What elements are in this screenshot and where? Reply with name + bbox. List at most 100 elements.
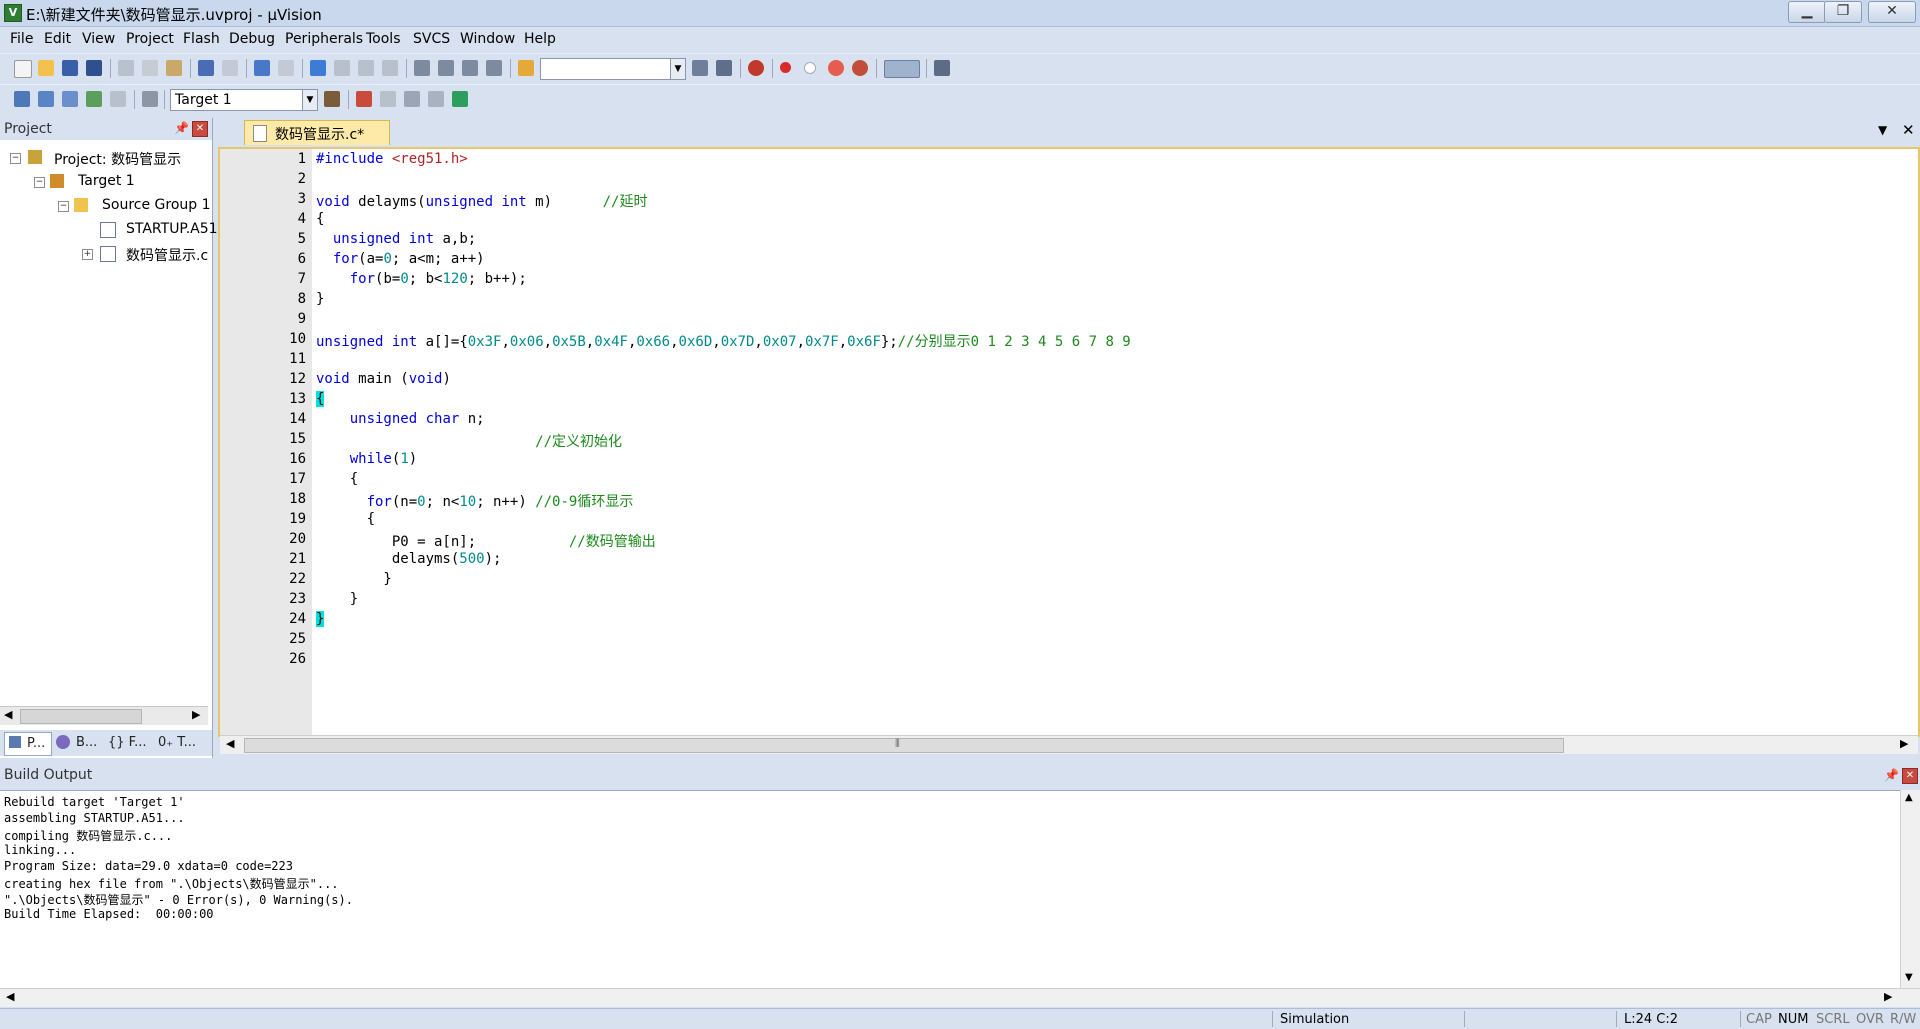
- tab-list-dropdown-icon[interactable]: ▼: [1878, 123, 1887, 137]
- scroll-down-icon[interactable]: ▼: [1905, 972, 1913, 983]
- menu-tools[interactable]: Tools: [366, 31, 401, 47]
- unindent-icon[interactable]: [438, 60, 454, 76]
- code-line[interactable]: unsigned int a,b;: [316, 231, 476, 251]
- tree-file-main[interactable]: + 数码管显示.c: [0, 244, 210, 264]
- build-vertical-scrollbar[interactable]: ▲ ▼: [1900, 790, 1920, 988]
- prev-bookmark-icon[interactable]: [334, 60, 350, 76]
- breakpoint-icon[interactable]: [780, 62, 791, 73]
- code-line[interactable]: for(n=0; n<10; n++) //0-9循环显示: [316, 491, 634, 511]
- target-select[interactable]: Target 1 ▼: [170, 89, 318, 111]
- build-horizontal-scrollbar[interactable]: ◀ ▶: [0, 988, 1920, 1007]
- copy-icon[interactable]: [142, 60, 158, 76]
- scroll-thumb[interactable]: [20, 709, 142, 724]
- code-line[interactable]: while(1): [316, 451, 417, 471]
- code-line[interactable]: }: [316, 611, 325, 631]
- clear-bookmarks-icon[interactable]: [382, 60, 398, 76]
- scroll-left-icon[interactable]: ◀: [6, 990, 14, 1003]
- code-line[interactable]: {: [316, 211, 324, 231]
- bookmark-icon[interactable]: [310, 60, 326, 76]
- save-icon[interactable]: [62, 60, 78, 76]
- target-options-icon[interactable]: [324, 91, 340, 107]
- select-packs-icon[interactable]: [404, 91, 420, 107]
- chevron-down-icon[interactable]: ▼: [670, 59, 685, 79]
- code-line[interactable]: {: [316, 391, 325, 411]
- code-line[interactable]: {: [316, 511, 375, 531]
- kill-breakpoints-icon[interactable]: [852, 60, 868, 76]
- tab-functions[interactable]: {} F...: [104, 732, 154, 754]
- menu-edit[interactable]: Edit: [44, 31, 71, 47]
- navigate-forward-icon[interactable]: [278, 60, 294, 76]
- code-line[interactable]: #include <reg51.h>: [316, 151, 468, 171]
- code-line[interactable]: }: [316, 571, 391, 591]
- restore-button[interactable]: ❐: [1824, 1, 1862, 23]
- batch-build-icon[interactable]: [86, 91, 102, 107]
- find-combo[interactable]: ▼: [540, 58, 686, 80]
- collapse-icon[interactable]: −: [58, 201, 69, 212]
- code-line[interactable]: void delayms(unsigned int m) //延时: [316, 191, 647, 211]
- uncomment-icon[interactable]: [486, 60, 502, 76]
- undo-icon[interactable]: [198, 60, 214, 76]
- clear-breakpoints-icon[interactable]: [828, 60, 844, 76]
- code-line[interactable]: }: [316, 591, 358, 611]
- code-line[interactable]: P0 = a[n]; //数码管输出: [316, 531, 656, 551]
- chevron-down-icon[interactable]: ▼: [302, 90, 317, 110]
- disable-breakpoint-icon[interactable]: [804, 62, 816, 74]
- collapse-icon[interactable]: −: [10, 153, 21, 164]
- rebuild-icon[interactable]: [62, 91, 78, 107]
- scroll-right-icon[interactable]: ▶: [1884, 990, 1892, 1003]
- close-panel-button[interactable]: ✕: [192, 121, 208, 137]
- project-horizontal-scrollbar[interactable]: ◀ ▶: [0, 706, 208, 725]
- pin-icon[interactable]: 📌: [1884, 768, 1899, 782]
- build-icon[interactable]: [38, 91, 54, 107]
- editor-tab-active[interactable]: 数码管显示.c*: [244, 120, 390, 145]
- redo-icon[interactable]: [222, 60, 238, 76]
- tab-templates[interactable]: 0₊ T...: [156, 732, 206, 754]
- code-line[interactable]: //定义初始化: [316, 431, 622, 451]
- code-line[interactable]: for(b=0; b<120; b++);: [316, 271, 527, 291]
- start-debug-icon[interactable]: [748, 60, 764, 76]
- scroll-up-icon[interactable]: ▲: [1905, 792, 1913, 803]
- translate-icon[interactable]: [14, 91, 30, 107]
- stop-build-icon[interactable]: [110, 91, 126, 107]
- code-line[interactable]: void main (void): [316, 371, 451, 391]
- collapse-icon[interactable]: −: [34, 177, 45, 188]
- build-output-text[interactable]: Rebuild target 'Target 1' assembling STAR…: [0, 790, 1900, 989]
- code-line[interactable]: for(a=0; a<m; a++): [316, 251, 485, 271]
- new-file-icon[interactable]: [14, 60, 32, 78]
- manage-project-items-icon[interactable]: [356, 91, 372, 107]
- tab-books[interactable]: B...: [54, 732, 100, 754]
- close-tab-icon[interactable]: ✕: [1902, 121, 1915, 139]
- configure-icon[interactable]: [934, 60, 950, 76]
- expand-icon[interactable]: +: [82, 249, 93, 260]
- scroll-left-icon[interactable]: ◀: [4, 708, 12, 721]
- pack-installer-icon[interactable]: [428, 91, 444, 107]
- next-bookmark-icon[interactable]: [358, 60, 374, 76]
- open-file-icon[interactable]: [38, 60, 54, 76]
- menu-svcs[interactable]: SVCS: [413, 31, 450, 47]
- menu-debug[interactable]: Debug: [229, 31, 275, 47]
- window-layout-icon[interactable]: [884, 60, 920, 78]
- scroll-right-icon[interactable]: ▶: [192, 708, 200, 721]
- close-window-button[interactable]: ✕: [1868, 1, 1916, 23]
- tab-project[interactable]: P...: [4, 732, 52, 756]
- code-line[interactable]: unsigned int a[]={0x3F,0x06,0x5B,0x4F,0x…: [316, 331, 1131, 351]
- scroll-left-icon[interactable]: ◀: [226, 737, 234, 750]
- pin-icon[interactable]: 📌: [174, 121, 189, 135]
- find-in-files-icon[interactable]: [518, 60, 534, 76]
- menu-window[interactable]: Window: [460, 31, 515, 47]
- menu-file[interactable]: File: [10, 31, 33, 47]
- code-line[interactable]: unsigned char n;: [316, 411, 485, 431]
- menu-view[interactable]: View: [82, 31, 115, 47]
- scroll-thumb[interactable]: ⦀: [244, 737, 1564, 753]
- minimize-button[interactable]: ▁: [1788, 1, 1826, 23]
- close-panel-button[interactable]: ✕: [1902, 768, 1918, 784]
- menu-help[interactable]: Help: [524, 31, 556, 47]
- download-icon[interactable]: [142, 91, 158, 107]
- navigate-back-icon[interactable]: [254, 60, 270, 76]
- menu-peripherals[interactable]: Peripherals: [285, 31, 363, 47]
- save-all-icon[interactable]: [86, 60, 102, 76]
- file-extensions-icon[interactable]: [380, 91, 396, 107]
- replace-icon[interactable]: [716, 60, 732, 76]
- scroll-right-icon[interactable]: ▶: [1900, 737, 1908, 750]
- paste-icon[interactable]: [166, 60, 182, 76]
